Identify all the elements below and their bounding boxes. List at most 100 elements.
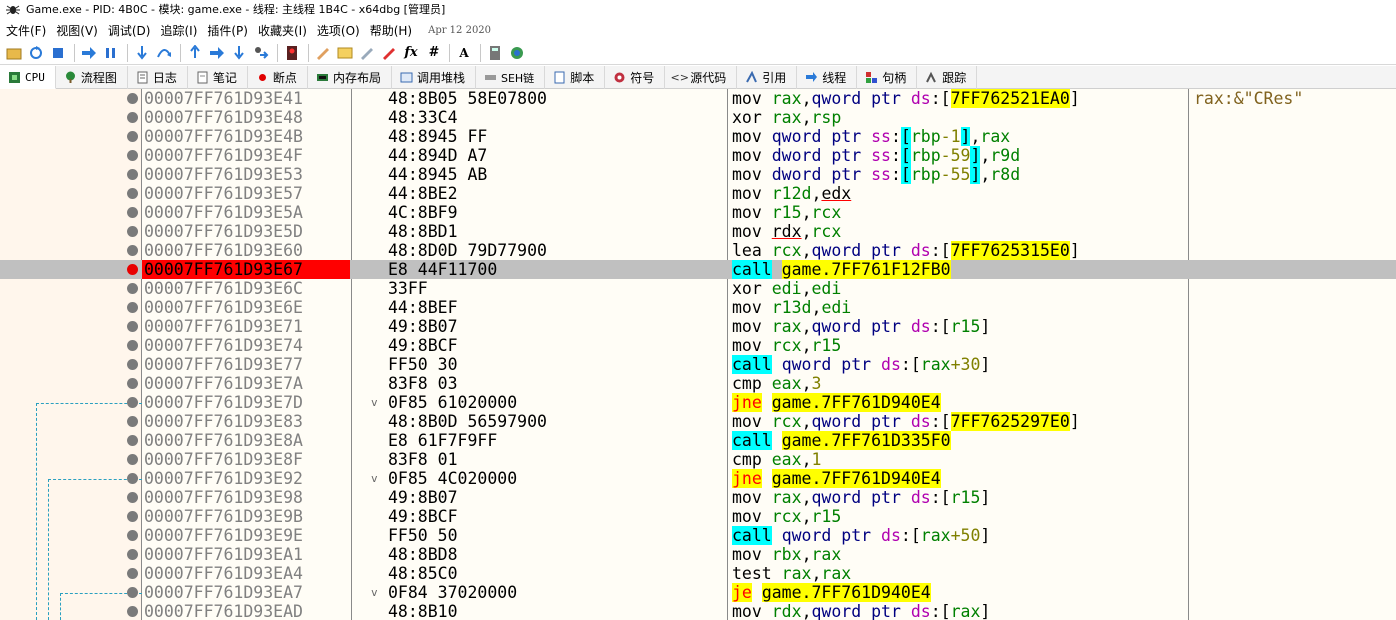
tab-cpu[interactable]: CPU [0,66,56,89]
breakpoint-toggle-dot-icon[interactable] [127,226,138,237]
tab-seh-chain[interactable]: SEH链 [476,66,546,89]
breakpoint-toggle-dot-icon[interactable] [127,568,138,579]
disasm-row[interactable]: 00007FF761D93E41 48:8B05 58E07800 mov rax,… [0,89,1396,108]
tab-trace[interactable]: 跟踪 [917,66,978,89]
disasm-row[interactable]: 00007FF761D93E77 FF50 30 call qword ptr ds… [0,355,1396,374]
stop-icon[interactable] [48,43,68,63]
disasm-row[interactable]: 00007FF761D93EAD 48:8B10 mov rdx,qword ptr… [0,602,1396,620]
breakpoint-toggle-dot-icon[interactable] [127,112,138,123]
label-icon[interactable] [335,43,355,63]
run-icon[interactable] [79,43,99,63]
disasm-row[interactable]: 00007FF761D93EA4 48:85C0 test rax,rax [0,564,1396,583]
tab-notes[interactable]: 笔记 [188,66,248,89]
breakpoint-toggle-dot-icon[interactable] [127,93,138,104]
tab-source[interactable]: <> 源代码 [665,66,738,89]
pause-icon[interactable] [101,43,121,63]
breakpoint-dot-icon[interactable] [127,264,138,275]
disasm-row[interactable]: 00007FF761D93E92 v 0F85 4C020000 jne game.7… [0,469,1396,488]
breakpoint-toggle-dot-icon[interactable] [127,473,138,484]
disasm-row[interactable]: 00007FF761D93E5D 48:8BD1 mov rdx,rcx [0,222,1396,241]
breakpoint-toggle-dot-icon[interactable] [127,378,138,389]
hide-debugger-icon[interactable] [282,43,302,63]
comment-icon[interactable] [313,43,333,63]
menu-plugins[interactable]: 插件(P) [205,22,256,39]
breakpoint-toggle-dot-icon[interactable] [127,283,138,294]
trace-into-icon[interactable] [185,43,205,63]
tab-references[interactable]: 引用 [737,66,798,89]
disasm-row[interactable]: 00007FF761D93E53 44:8945 AB mov dword ptr … [0,165,1396,184]
tab-threads[interactable]: 线程 [797,66,858,89]
disasm-row[interactable]: 00007FF761D93EA1 48:8BD8 mov rbx,rax [0,545,1396,564]
disasm-row[interactable]: 00007FF761D93E6E 44:8BEF mov r13d,edi [0,298,1396,317]
breakpoint-toggle-dot-icon[interactable] [127,492,138,503]
cpu-disassembly-view[interactable]: 00007FF761D93E41 48:8B05 58E07800 mov rax,… [0,89,1396,620]
disasm-row[interactable]: 00007FF761D93E83 48:8B0D 56597900 mov rcx,… [0,412,1396,431]
disasm-row[interactable]: 00007FF761D93E7D v 0F85 61020000 jne game.7… [0,393,1396,412]
step-into-icon[interactable] [132,43,152,63]
breakpoint-toggle-dot-icon[interactable] [127,397,138,408]
breakpoint-toggle-dot-icon[interactable] [127,587,138,598]
disasm-row[interactable]: 00007FF761D93E9E FF50 50 call qword ptr ds… [0,526,1396,545]
menu-trace[interactable]: 追踪(I) [158,22,205,39]
breakpoint-toggle-dot-icon[interactable] [127,302,138,313]
disasm-row[interactable]: 00007FF761D93E74 49:8BCF mov rcx,r15 [0,336,1396,355]
breakpoint-toggle-dot-icon[interactable] [127,416,138,427]
breakpoint-toggle-dot-icon[interactable] [127,606,138,617]
menu-view[interactable]: 视图(V) [54,22,106,39]
breakpoint-toggle-dot-icon[interactable] [127,511,138,522]
breakpoint-toggle-dot-icon[interactable] [127,188,138,199]
breakpoint-toggle-dot-icon[interactable] [127,530,138,541]
breakpoint-toggle-dot-icon[interactable] [127,321,138,332]
menu-options[interactable]: 选项(O) [315,22,368,39]
disasm-row[interactable]: 00007FF761D93E98 49:8B07 mov rax,qword ptr… [0,488,1396,507]
tab-memory-map[interactable]: 内存布局 [308,66,392,89]
help-icon[interactable] [507,43,527,63]
tab-handles[interactable]: 句柄 [857,66,918,89]
formula-icon[interactable]: fx [401,43,421,63]
menu-favourites[interactable]: 收藏夹(I) [256,22,315,39]
disasm-row[interactable]: 00007FF761D93E4B 48:8945 FF mov qword ptr … [0,127,1396,146]
disasm-row[interactable]: 00007FF761D93E4F 44:894D A7 mov dword ptr … [0,146,1396,165]
execute-till-return-icon[interactable] [229,43,249,63]
bookmark-icon[interactable] [357,43,377,63]
calculator-icon[interactable] [485,43,505,63]
breakpoint-toggle-dot-icon[interactable] [127,454,138,465]
disasm-row[interactable]: 00007FF761D93E6C 33FF xor edi,edi [0,279,1396,298]
breakpoint-toggle-dot-icon[interactable] [127,207,138,218]
disasm-row[interactable]: 00007FF761D93EA7 v 0F84 37020000 je game.7F… [0,583,1396,602]
open-icon[interactable] [4,43,24,63]
menu-debug[interactable]: 调试(D) [106,22,159,39]
breakpoint-toggle-dot-icon[interactable] [127,169,138,180]
tab-graph[interactable]: 流程图 [56,66,128,89]
hash-icon[interactable]: # [423,43,443,63]
disasm-row[interactable]: 00007FF761D93E9B 49:8BCF mov rcx,r15 [0,507,1396,526]
function-icon[interactable] [379,43,399,63]
menu-help[interactable]: 帮助(H) [368,22,420,39]
disasm-row[interactable]: 00007FF761D93E57 44:8BE2 mov r12d,edx [0,184,1396,203]
disasm-row[interactable]: 00007FF761D93E8A E8 61F7F9FF call game.7FF… [0,431,1396,450]
tab-log[interactable]: 日志 [128,66,188,89]
font-size-icon[interactable]: A [454,43,474,63]
tab-script[interactable]: 脚本 [545,66,606,89]
restart-icon[interactable] [26,43,46,63]
disasm-row[interactable]: 00007FF761D93E71 49:8B07 mov rax,qword ptr… [0,317,1396,336]
breakpoint-toggle-dot-icon[interactable] [127,245,138,256]
trace-over-icon[interactable] [207,43,227,63]
disasm-row[interactable]: 00007FF761D93E8F 83F8 01 cmp eax,1 [0,450,1396,469]
breakpoint-toggle-dot-icon[interactable] [127,435,138,446]
disasm-row[interactable]: 00007FF761D93E5A 4C:8BF9 mov r15,rcx [0,203,1396,222]
run-to-user-code-icon[interactable] [251,43,271,63]
disasm-row-breakpoint[interactable]: 00007FF761D93E67 E8 44F11700 call game.7FF… [0,260,1396,279]
step-over-icon[interactable] [154,43,174,63]
tab-breakpoints[interactable]: 断点 [248,66,308,89]
menu-file[interactable]: 文件(F) [4,22,54,39]
breakpoint-toggle-dot-icon[interactable] [127,549,138,560]
disasm-row[interactable]: 00007FF761D93E48 48:33C4 xor rax,rsp [0,108,1396,127]
breakpoint-toggle-dot-icon[interactable] [127,359,138,370]
tab-call-stack[interactable]: 调用堆栈 [392,66,476,89]
tab-symbols[interactable]: 符号 [605,66,666,89]
disasm-row[interactable]: 00007FF761D93E7A 83F8 03 cmp eax,3 [0,374,1396,393]
breakpoint-toggle-dot-icon[interactable] [127,131,138,142]
breakpoint-toggle-dot-icon[interactable] [127,340,138,351]
breakpoint-toggle-dot-icon[interactable] [127,150,138,161]
